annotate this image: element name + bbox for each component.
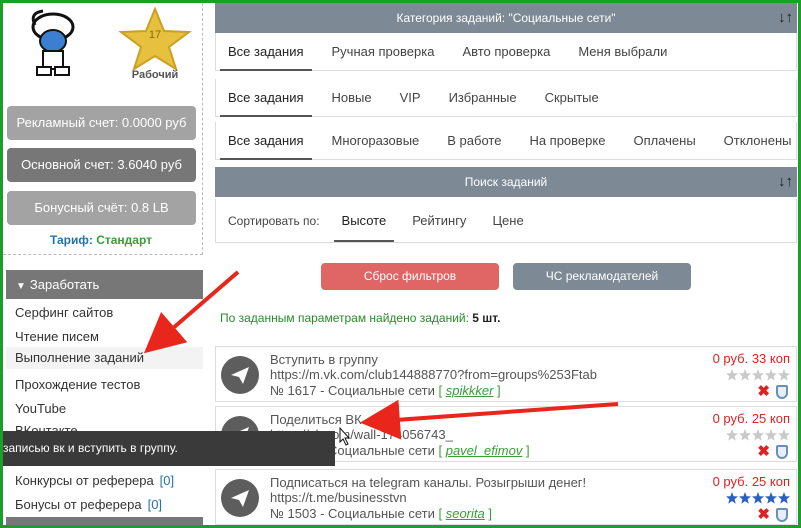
sidebar-item-surfing[interactable]: Серфинг сайтов <box>15 305 113 320</box>
task-actions: ✖ <box>757 507 788 522</box>
task-title[interactable]: Поделиться ВК <box>270 412 362 427</box>
task-meta: № 1503 - Социальные сети [ seorita ] <box>270 506 492 521</box>
tab-all-check[interactable]: Все задания <box>220 33 312 71</box>
category-header: Категория заданий: "Социальные сети" ↓↑ <box>215 3 797 33</box>
tab-on-review[interactable]: На проверке <box>521 122 613 160</box>
bonus-account-button[interactable]: Бонусный счёт: 0.8 LB <box>7 191 196 225</box>
telegram-send-icon <box>221 356 259 394</box>
task-card[interactable]: Вступить в группу https://m.vk.com/club14… <box>215 346 797 402</box>
sidebar-item-tests[interactable]: Прохождение тестов <box>15 377 140 392</box>
search-header: Поиск заданий ↓↑ <box>215 167 797 197</box>
rating-star-icon <box>739 368 751 386</box>
task-price: 0 руб. 33 коп <box>712 351 790 366</box>
sidebar-item-emails[interactable]: Чтение писем <box>15 329 99 344</box>
found-number: 5 шт. <box>472 311 501 325</box>
task-author[interactable]: pavel_efimov <box>446 443 523 458</box>
rating-star-icon <box>726 368 738 386</box>
sidebar-item-referrer-contests[interactable]: Конкурсы от реферера [0] <box>15 473 174 488</box>
task-id: № 1617 <box>270 383 317 398</box>
avatar[interactable] <box>23 7 81 79</box>
task-url[interactable]: https://t.me/businesstvn <box>270 490 407 505</box>
referrer-contests-count: [0] <box>159 473 175 488</box>
advertiser-blacklist-button[interactable]: ЧС рекламодателей <box>513 263 691 290</box>
tab-auto-check[interactable]: Авто проверка <box>454 33 558 71</box>
task-card[interactable]: Подписаться на telegram каналы. Розыгрыш… <box>215 469 797 525</box>
category-title: Категория заданий: "Социальные сети" <box>396 11 616 25</box>
task-price: 0 руб. 25 коп <box>712 474 790 489</box>
task-price: 0 руб. 25 коп <box>712 411 790 426</box>
found-count: По заданным параметрам найдено заданий: … <box>220 311 500 325</box>
check-type-tabs: Все задания Ручная проверка Авто проверк… <box>215 33 797 71</box>
tab-reusable[interactable]: Многоразовые <box>324 122 428 160</box>
task-id: № 1503 <box>270 506 317 521</box>
tab-vip[interactable]: VIP <box>392 79 429 117</box>
task-status-tabs: Все задания Многоразовые В работе На про… <box>215 122 797 160</box>
level-number: 17 <box>148 29 162 41</box>
task-category: Социальные сети <box>328 443 435 458</box>
tab-chose-me[interactable]: Меня выбрали <box>570 33 675 71</box>
referrer-bonuses-count: [0] <box>147 497 163 512</box>
tab-all-status[interactable]: Все задания <box>220 122 312 160</box>
sidebar-item-tasks[interactable]: Выполнение заданий <box>6 347 203 369</box>
search-title: Поиск заданий <box>464 175 548 189</box>
task-author[interactable]: seorita <box>446 506 485 521</box>
tab-hidden[interactable]: Скрытые <box>537 79 607 117</box>
tariff-info: Тариф: Стандарт <box>3 233 199 247</box>
telegram-send-icon <box>221 479 259 517</box>
task-category: Социальные сети <box>328 383 435 398</box>
tab-rejected[interactable]: Отклонены <box>716 122 800 160</box>
reset-filters-button[interactable]: Сброс фильтров <box>321 263 499 290</box>
hide-task-icon[interactable]: ✖ <box>757 444 770 459</box>
rank-label: Рабочий <box>131 69 179 81</box>
referrer-bonuses-label: Бонусы от реферера <box>15 497 142 512</box>
referrer-contests-label: Конкурсы от реферера <box>15 473 154 488</box>
shield-icon[interactable] <box>776 444 788 459</box>
task-actions: ✖ <box>757 384 788 399</box>
task-meta: № 1617 - Социальные сети [ spikkker ] <box>270 383 501 398</box>
tariff-label: Тариф: <box>49 233 93 247</box>
task-title[interactable]: Вступить в группу <box>270 352 378 367</box>
profile-panel: 17 Рабочий Рекламный счет: 0.0000 руб Ос… <box>3 3 203 255</box>
found-text: По заданным параметрам найдено заданий: <box>220 311 469 325</box>
sidebar-item-referrer-bonuses[interactable]: Бонусы от реферера [0] <box>15 497 162 512</box>
shield-icon[interactable] <box>776 507 788 522</box>
tab-paid[interactable]: Оплачены <box>625 122 703 160</box>
sort-by-height[interactable]: Высоте <box>333 200 395 242</box>
tab-in-progress[interactable]: В работе <box>439 122 509 160</box>
task-category: Социальные сети <box>328 506 435 521</box>
tab-favorites[interactable]: Избранные <box>441 79 525 117</box>
sort-label: Сортировать по: <box>228 213 320 228</box>
rating-star-icon <box>726 491 738 509</box>
sort-by-rating[interactable]: Рейтингу <box>404 200 474 242</box>
rating-star-icon <box>739 491 751 509</box>
ad-account-button[interactable]: Рекламный счет: 0.0000 руб <box>7 106 196 140</box>
sort-arrows-icon[interactable]: ↓↑ <box>778 167 793 197</box>
sort-arrows-icon[interactable]: ↓↑ <box>778 3 793 33</box>
tab-all-filter[interactable]: Все задания <box>220 79 312 117</box>
task-filter-tabs: Все задания Новые VIP Избранные Скрытые <box>215 79 797 117</box>
shield-icon[interactable] <box>776 384 788 399</box>
sidebar-section-bar <box>6 517 203 528</box>
tab-new[interactable]: Новые <box>324 79 380 117</box>
task-author[interactable]: spikkker <box>446 383 494 398</box>
main-account-button[interactable]: Основной счет: 3.6040 руб <box>7 148 196 182</box>
rating-star-icon <box>739 428 751 446</box>
hide-task-icon[interactable]: ✖ <box>757 507 770 522</box>
sort-row: Сортировать по: Высоте Рейтингу Цене <box>215 199 797 243</box>
hide-task-icon[interactable]: ✖ <box>757 384 770 399</box>
tariff-value[interactable]: Стандарт <box>96 233 152 247</box>
sidebar-item-youtube[interactable]: YouTube <box>15 401 66 416</box>
task-title[interactable]: Подписаться на telegram каналы. Розыгрыш… <box>270 475 586 490</box>
tab-manual-check[interactable]: Ручная проверка <box>324 33 443 71</box>
caret-down-icon: ▼ <box>16 281 26 292</box>
tooltip: записью вк и вступить в группу. <box>0 431 335 466</box>
task-url[interactable]: https://m.vk.com/club144888770?from=grou… <box>270 367 597 382</box>
rating-star-icon <box>726 428 738 446</box>
earn-section-header[interactable]: ▼ Заработать <box>6 270 203 299</box>
sort-by-price[interactable]: Цене <box>484 200 531 242</box>
earn-section-title: Заработать <box>29 277 100 292</box>
task-actions: ✖ <box>757 444 788 459</box>
